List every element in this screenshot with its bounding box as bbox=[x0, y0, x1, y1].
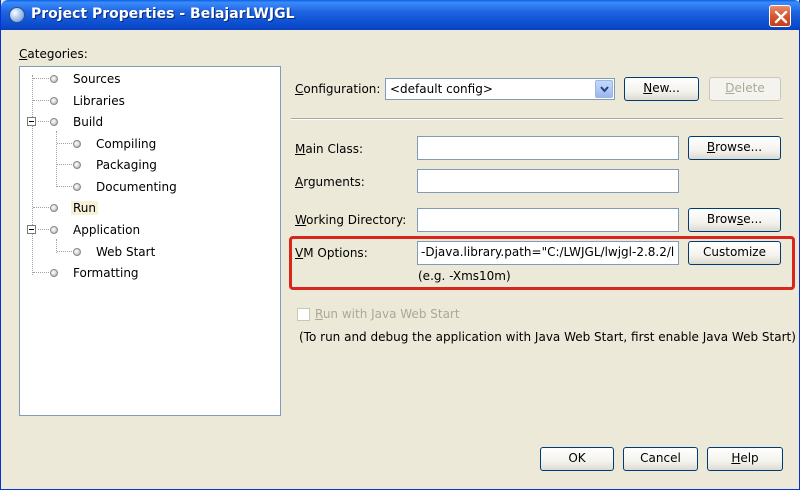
new-config-button[interactable]: New... bbox=[624, 77, 699, 101]
delete-config-button[interactable]: Delete bbox=[709, 77, 781, 101]
tree-item-formatting[interactable]: Formatting bbox=[20, 263, 270, 283]
cancel-button[interactable]: Cancel bbox=[623, 447, 698, 471]
help-button[interactable]: Help bbox=[707, 447, 783, 471]
node-bullet-icon bbox=[50, 204, 58, 212]
node-bullet-icon bbox=[73, 161, 81, 169]
configuration-select[interactable]: <default config> bbox=[385, 78, 615, 100]
close-icon bbox=[774, 10, 788, 24]
tree-item-web-start[interactable]: Web Start bbox=[20, 242, 270, 262]
web-start-note: (To run and debug the application with J… bbox=[299, 330, 796, 344]
vm-options-hint: (e.g. -Xms10m) bbox=[418, 269, 511, 283]
main-class-label: Main Class: bbox=[295, 142, 364, 156]
node-bullet-icon bbox=[50, 118, 58, 126]
tree-item-sources[interactable]: Sources bbox=[20, 69, 270, 89]
main-class-field[interactable] bbox=[417, 136, 679, 160]
dropdown-button[interactable] bbox=[595, 80, 613, 98]
tree-item-documenting[interactable]: Documenting bbox=[20, 177, 270, 197]
vm-options-label: VM Options: bbox=[295, 246, 368, 260]
close-button[interactable] bbox=[769, 5, 791, 27]
node-bullet-icon bbox=[50, 97, 58, 105]
working-directory-field[interactable] bbox=[417, 208, 679, 232]
arguments-label: Arguments: bbox=[295, 175, 365, 189]
node-bullet-icon bbox=[73, 183, 81, 191]
customize-vm-options-button[interactable]: Customize bbox=[688, 241, 781, 265]
tree-item-compiling[interactable]: Compiling bbox=[20, 134, 270, 154]
run-with-web-start-checkbox[interactable] bbox=[297, 308, 310, 321]
project-icon bbox=[9, 7, 25, 23]
node-bullet-icon bbox=[73, 140, 81, 148]
run-with-web-start-label: Run with Java Web Start bbox=[315, 307, 460, 321]
working-directory-label: Working Directory: bbox=[295, 213, 407, 227]
vm-options-field[interactable]: -Djava.library.path="C:/LWJGL/lwjgl-2.8.… bbox=[417, 241, 679, 265]
chevron-down-icon bbox=[600, 86, 609, 93]
categories-label: Categories: bbox=[19, 47, 88, 61]
tree-item-libraries[interactable]: Libraries bbox=[20, 91, 270, 111]
node-bullet-icon bbox=[73, 248, 81, 256]
tree-item-run[interactable]: Run bbox=[20, 198, 270, 218]
node-bullet-icon bbox=[50, 226, 58, 234]
configuration-value: <default config> bbox=[390, 82, 493, 96]
window-title: Project Properties - BelajarLWJGL bbox=[31, 6, 295, 22]
tree-item-build[interactable]: Build bbox=[20, 112, 270, 132]
arguments-field[interactable] bbox=[417, 169, 679, 193]
categories-tree[interactable]: Sources Libraries Build Compiling Packag… bbox=[19, 66, 281, 416]
configuration-label: Configuration: bbox=[295, 82, 381, 96]
ok-button[interactable]: OK bbox=[540, 447, 614, 471]
title-bar[interactable]: Project Properties - BelajarLWJGL bbox=[1, 0, 800, 30]
tree-item-application[interactable]: Application bbox=[20, 220, 270, 240]
node-bullet-icon bbox=[50, 75, 58, 83]
separator bbox=[291, 118, 783, 120]
project-properties-dialog: Project Properties - BelajarLWJGL Catego… bbox=[0, 0, 800, 490]
browse-main-class-button[interactable]: Browse... bbox=[688, 136, 781, 160]
tree-item-packaging[interactable]: Packaging bbox=[20, 155, 270, 175]
browse-working-directory-button[interactable]: Browse... bbox=[688, 208, 781, 232]
node-bullet-icon bbox=[50, 269, 58, 277]
